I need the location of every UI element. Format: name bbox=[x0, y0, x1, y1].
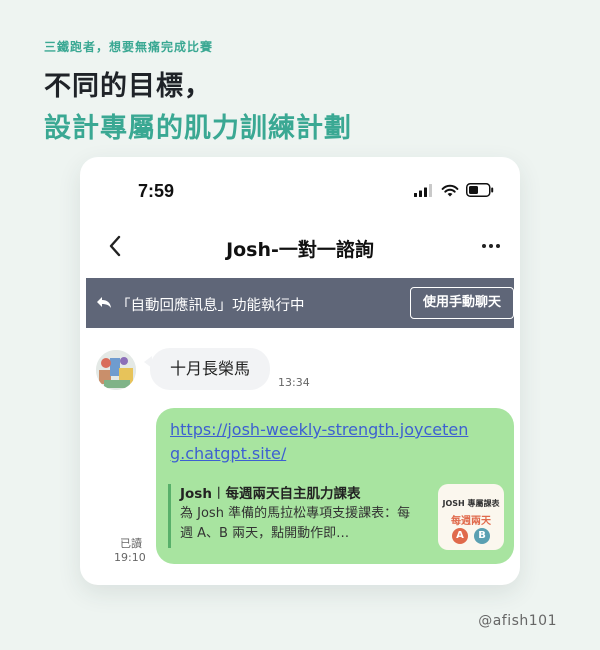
preview-thumbnail: JOSH 專屬課表 每週兩天 A B bbox=[438, 484, 504, 550]
status-time: 7:59 bbox=[138, 181, 175, 201]
preview-title: Josh︱每週兩天自主肌力課表 bbox=[180, 486, 361, 502]
thumbnail-badge-a: A bbox=[452, 528, 468, 544]
message-link[interactable]: https://josh-weekly-strength.joyceteng.c… bbox=[170, 418, 470, 466]
author-handle: @afish101 bbox=[478, 613, 557, 629]
phone-screenshot-card: 7:59 Josh-一對一諮詢 「自動回應訊息」功能執行中 使用手動聊天 十月長… bbox=[80, 157, 520, 585]
reply-icon bbox=[97, 297, 111, 308]
signal-icon bbox=[414, 183, 432, 197]
link-preview-card[interactable]: Josh︱每週兩天自主肌力課表 為 Josh 準備的馬拉松專項支援課表：每週 A… bbox=[168, 482, 504, 550]
manual-chat-button[interactable]: 使用手動聊天 bbox=[410, 287, 514, 319]
battery-icon bbox=[466, 183, 494, 197]
incoming-message-bubble[interactable]: 十月長榮馬 bbox=[143, 348, 271, 390]
thumbnail-caption: JOSH 專屬課表 bbox=[442, 499, 500, 508]
thumbnail-badge-b: B bbox=[474, 528, 490, 544]
preview-accent-bar bbox=[168, 484, 171, 548]
outgoing-message-time: 19:10 bbox=[114, 551, 146, 564]
thumbnail-subtitle: 每週兩天 bbox=[451, 516, 491, 527]
preview-description: 為 Josh 準備的馬拉松專項支援課表：每週 A、B 兩天，點開動作即… bbox=[180, 506, 411, 541]
chat-title: Josh-一對一諮詢 bbox=[226, 239, 374, 261]
eyebrow-text: 三鐵跑者，想要無痛完成比賽 bbox=[44, 40, 214, 54]
more-horizontal-icon[interactable] bbox=[478, 233, 504, 259]
chat-header: Josh-一對一諮詢 bbox=[80, 225, 520, 269]
avatar[interactable] bbox=[96, 350, 136, 390]
wifi-icon bbox=[441, 184, 459, 196]
read-receipt: 已讀 bbox=[120, 537, 142, 550]
auto-reply-banner: 「自動回應訊息」功能執行中 使用手動聊天 bbox=[86, 278, 514, 328]
incoming-message-time: 13:34 bbox=[278, 376, 310, 389]
page-title-line-1: 不同的目標， bbox=[44, 71, 212, 102]
page-title-line-2: 設計專屬的肌力訓練計劃 bbox=[44, 113, 352, 144]
outgoing-message-bubble: https://josh-weekly-strength.joyceteng.c… bbox=[156, 408, 514, 564]
auto-reply-status-text: 「自動回應訊息」功能執行中 bbox=[116, 298, 305, 314]
status-icons bbox=[414, 183, 494, 197]
